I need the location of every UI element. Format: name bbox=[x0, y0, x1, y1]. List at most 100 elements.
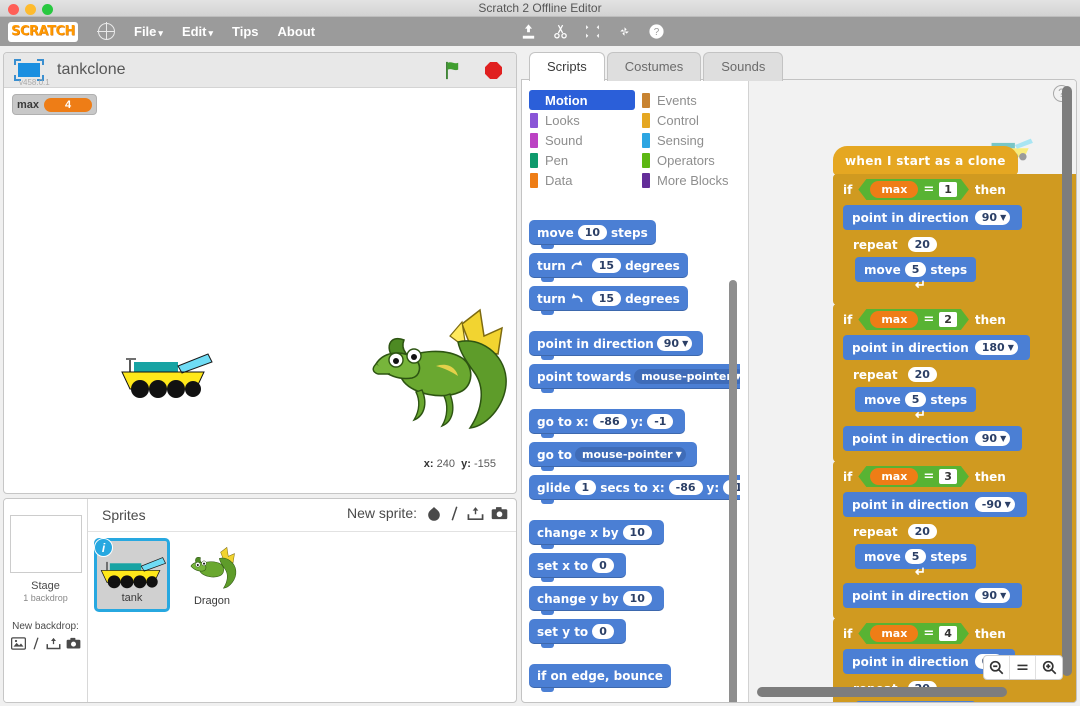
category-pen[interactable]: Pen bbox=[529, 150, 635, 170]
block-input[interactable]: -86 bbox=[668, 480, 703, 495]
repeat-count[interactable]: 20 bbox=[907, 524, 937, 539]
stage-canvas[interactable]: max 4 x: 240 y: -155 bbox=[4, 88, 516, 473]
zoom-out-icon[interactable] bbox=[984, 656, 1010, 679]
direction-dropdown[interactable]: 90 ▼ bbox=[974, 431, 1011, 446]
block-when-i-start-as-a-clone[interactable]: when I start as a clone bbox=[833, 146, 1018, 175]
block-input[interactable]: 0 bbox=[592, 558, 614, 573]
tab-scripts[interactable]: Scripts bbox=[529, 52, 605, 81]
block-repeat[interactable]: repeat 20 move 5 steps bbox=[843, 362, 1076, 424]
stop-button-icon[interactable] bbox=[485, 62, 502, 79]
palette-block-change-y-by[interactable]: change y by 10 bbox=[529, 586, 664, 615]
palette-block-change-x-by[interactable]: change x by 10 bbox=[529, 520, 664, 549]
block-input[interactable]: -1 bbox=[647, 414, 674, 429]
direction-dropdown[interactable]: 90 ▼ bbox=[974, 588, 1011, 603]
upload-backdrop-icon[interactable] bbox=[46, 637, 61, 650]
block-dropdown[interactable]: 90 ▼ bbox=[656, 336, 693, 351]
equals-predicate[interactable]: max = 4 bbox=[858, 623, 969, 644]
block-point-in-direction[interactable]: point in direction 90 ▼ bbox=[843, 205, 1023, 230]
category-operators[interactable]: Operators bbox=[641, 150, 747, 170]
green-flag-icon[interactable] bbox=[444, 61, 462, 80]
sprite-tank-on-stage[interactable] bbox=[116, 346, 214, 401]
duplicate-icon[interactable] bbox=[520, 23, 537, 40]
palette-block-point-towards[interactable]: point towards mouse-pointer▼ bbox=[529, 364, 740, 393]
compare-value[interactable]: 1 bbox=[939, 182, 957, 197]
equals-predicate[interactable]: max = 3 bbox=[858, 466, 969, 487]
camera-backdrop-icon[interactable] bbox=[66, 637, 81, 650]
compare-value[interactable]: 2 bbox=[939, 312, 957, 327]
menu-file[interactable]: File ▾ bbox=[134, 24, 163, 39]
palette-block-set-x-to[interactable]: set x to 0 bbox=[529, 553, 626, 582]
grow-icon[interactable] bbox=[584, 23, 601, 40]
category-sound[interactable]: Sound bbox=[529, 130, 635, 150]
palette-block-go-to[interactable]: go to mouse-pointer ▼ bbox=[529, 442, 697, 471]
paint-backdrop-icon[interactable] bbox=[31, 637, 41, 650]
move-steps-input[interactable]: 5 bbox=[904, 549, 927, 564]
upload-sprite-icon[interactable] bbox=[467, 506, 484, 521]
block-dropdown[interactable]: mouse-pointer▼ bbox=[575, 447, 686, 462]
category-looks[interactable]: Looks bbox=[529, 110, 635, 130]
block-input[interactable]: 15 bbox=[591, 291, 622, 306]
block-point-in-direction-reset[interactable]: point in direction 90 ▼ bbox=[843, 426, 1023, 451]
repeat-count[interactable]: 20 bbox=[907, 237, 937, 252]
block-if-then-1[interactable]: if max = 1 then point in direction 90 ▼ … bbox=[833, 174, 1076, 305]
cut-icon[interactable] bbox=[552, 23, 569, 40]
script-workspace[interactable]: ? x: -86 y: -1 when I start as a clone bbox=[748, 80, 1076, 702]
repeat-count[interactable]: 20 bbox=[907, 367, 937, 382]
direction-dropdown[interactable]: 90 ▼ bbox=[974, 210, 1011, 225]
stage-thumbnail[interactable] bbox=[9, 515, 82, 573]
block-point-in-direction-reset[interactable]: point in direction 90 ▼ bbox=[843, 583, 1023, 608]
palette-block-turn-cw[interactable]: turn 15 degrees bbox=[529, 253, 688, 282]
category-control[interactable]: Control bbox=[641, 110, 747, 130]
globe-icon[interactable] bbox=[97, 22, 115, 40]
block-point-in-direction[interactable]: point in direction 180 ▼ bbox=[843, 335, 1030, 360]
direction-dropdown[interactable]: -90 ▼ bbox=[974, 497, 1015, 512]
category-data[interactable]: Data bbox=[529, 170, 635, 190]
palette-block-go-to-xy[interactable]: go to x: -86 y: -1 bbox=[529, 409, 686, 438]
tab-sounds[interactable]: Sounds bbox=[703, 52, 784, 81]
palette-block-point-in-direction[interactable]: point in direction 90 ▼ bbox=[529, 331, 704, 360]
palette-scrollbar[interactable] bbox=[729, 280, 737, 702]
workspace-vertical-scrollbar[interactable] bbox=[1062, 86, 1072, 676]
variable-max[interactable]: max bbox=[870, 625, 918, 642]
variable-watcher-max[interactable]: max 4 bbox=[12, 94, 98, 115]
block-repeat[interactable]: repeat 20 move 5 steps bbox=[843, 232, 1076, 294]
block-input[interactable]: 1 bbox=[574, 480, 597, 495]
variable-max[interactable]: max bbox=[870, 181, 918, 198]
menu-edit[interactable]: Edit ▾ bbox=[182, 24, 213, 39]
category-motion[interactable]: Motion bbox=[529, 90, 635, 110]
palette-block-glide[interactable]: glide 1 secs to x: -86 y: -1 bbox=[529, 475, 740, 504]
paint-sprite-icon[interactable] bbox=[449, 506, 460, 521]
palette-block-if-on-edge-bounce[interactable]: if on edge, bounce bbox=[529, 664, 671, 692]
move-steps-input[interactable]: 5 bbox=[904, 392, 927, 407]
variable-max[interactable]: max bbox=[870, 468, 918, 485]
palette-block-turn-ccw[interactable]: turn 15 degrees bbox=[529, 286, 688, 315]
block-point-in-direction[interactable]: point in direction -90 ▼ bbox=[843, 492, 1027, 517]
palette-block-move[interactable]: move 10 steps bbox=[529, 220, 656, 249]
block-input[interactable]: 15 bbox=[591, 258, 622, 273]
block-move-steps[interactable]: move 5 steps bbox=[855, 701, 977, 702]
category-events[interactable]: Events bbox=[641, 90, 747, 110]
block-input[interactable]: 10 bbox=[622, 591, 652, 606]
move-steps-input[interactable]: 5 bbox=[904, 262, 927, 277]
block-repeat[interactable]: repeat 20 move 5 steps bbox=[843, 519, 1076, 581]
menu-about[interactable]: About bbox=[278, 24, 316, 39]
equals-predicate[interactable]: max = 1 bbox=[858, 179, 969, 200]
shrink-icon[interactable] bbox=[616, 23, 633, 40]
direction-dropdown[interactable]: 180 ▼ bbox=[974, 340, 1018, 355]
workspace-horizontal-scrollbar[interactable] bbox=[757, 687, 1007, 697]
variable-max[interactable]: max bbox=[870, 311, 918, 328]
category-more-blocks[interactable]: More Blocks bbox=[641, 170, 747, 190]
block-palette[interactable]: move 10 steps turn 15 degrees turn 15 de… bbox=[522, 220, 740, 702]
block-input[interactable]: 10 bbox=[622, 525, 652, 540]
block-if-then-2[interactable]: if max = 2 then point in direction 180 ▼… bbox=[833, 304, 1076, 462]
script-stack[interactable]: when I start as a clone if max = 1 then bbox=[833, 146, 1076, 702]
zoom-in-icon[interactable] bbox=[1036, 656, 1062, 679]
compare-value[interactable]: 4 bbox=[939, 626, 957, 641]
compare-value[interactable]: 3 bbox=[939, 469, 957, 484]
menu-tips[interactable]: Tips bbox=[232, 24, 259, 39]
block-input[interactable]: -86 bbox=[592, 414, 627, 429]
sprite-dragon-on-stage[interactable] bbox=[362, 306, 512, 436]
category-sensing[interactable]: Sensing bbox=[641, 130, 747, 150]
sprite-library-icon[interactable] bbox=[426, 506, 442, 521]
sprite-tile-dragon[interactable]: Dragon bbox=[174, 538, 250, 612]
